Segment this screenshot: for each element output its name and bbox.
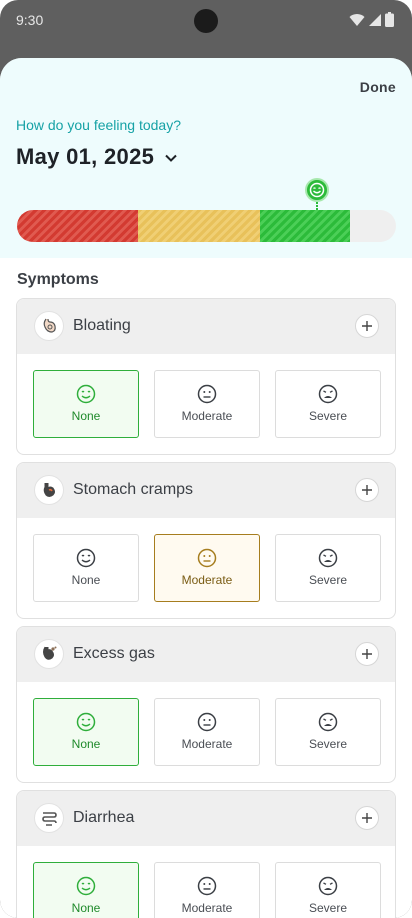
neutral-face-icon (197, 876, 217, 896)
option-label: None (71, 737, 101, 751)
symptom-name: Bloating (73, 317, 131, 334)
symptom-card: Stomach cramps None Moderate Severe (16, 462, 396, 619)
symptom-card-header: Bloating (17, 299, 395, 354)
option-none[interactable]: None (33, 370, 139, 438)
sad-face-icon (318, 548, 338, 568)
add-button[interactable] (355, 806, 379, 830)
mood-question: How do you feeling today? (16, 117, 181, 133)
option-label: Severe (308, 901, 348, 915)
camera-cutout (194, 9, 218, 33)
option-severe[interactable]: Severe (275, 534, 381, 602)
mood-meter[interactable] (17, 210, 396, 242)
happy-face-icon (76, 876, 96, 896)
option-severe[interactable]: Severe (275, 370, 381, 438)
marker-pointer (316, 202, 318, 210)
status-icons (349, 12, 394, 27)
stomach-icon (34, 475, 64, 505)
option-label: Moderate (181, 901, 233, 915)
option-label: None (71, 573, 101, 587)
symptom-card: Excess gas None Moderate Severe (16, 626, 396, 783)
symptom-card: Bloating None Moderate Severe (16, 298, 396, 455)
symptoms-title: Symptoms (17, 271, 99, 288)
symptom-card-header: Stomach cramps (17, 463, 395, 518)
plus-icon (362, 321, 372, 331)
option-moderate[interactable]: Moderate (154, 698, 260, 766)
plus-icon (362, 813, 372, 823)
option-severe[interactable]: Severe (275, 862, 381, 918)
option-label: None (71, 901, 101, 915)
mood-marker[interactable] (305, 178, 329, 202)
wifi-icon (349, 13, 365, 26)
done-button[interactable]: Done (360, 79, 396, 95)
option-moderate[interactable]: Moderate (154, 862, 260, 918)
date-label: May 01, 2025 (16, 144, 155, 169)
option-label: Moderate (181, 409, 233, 423)
gas-icon (34, 639, 64, 669)
neutral-face-icon (197, 384, 217, 404)
meter-segment-bad[interactable] (17, 210, 138, 242)
option-label: None (71, 409, 101, 423)
happy-face-icon (76, 548, 96, 568)
status-time: 9:30 (16, 12, 44, 28)
symptom-name: Excess gas (73, 645, 155, 662)
neutral-face-icon (197, 548, 217, 568)
severity-options: None Moderate Severe (17, 354, 395, 453)
severity-options: None Moderate Severe (17, 846, 395, 918)
intestine-icon (34, 803, 64, 833)
severity-options: None Moderate Severe (17, 682, 395, 781)
add-button[interactable] (355, 642, 379, 666)
symptom-name: Diarrhea (73, 809, 135, 826)
neutral-face-icon (197, 712, 217, 732)
chevron-down-icon (165, 154, 177, 162)
bloating-icon (34, 311, 64, 341)
option-label: Moderate (181, 737, 233, 751)
option-none[interactable]: None (33, 862, 139, 918)
symptom-sheet: Done How do you feeling today? May 01, 2… (0, 58, 412, 918)
signal-icon (369, 13, 381, 26)
happy-face-icon (76, 712, 96, 732)
option-label: Severe (308, 573, 348, 587)
add-button[interactable] (355, 478, 379, 502)
sad-face-icon (318, 876, 338, 896)
symptom-name: Stomach cramps (73, 481, 194, 498)
plus-icon (362, 485, 372, 495)
option-severe[interactable]: Severe (275, 698, 381, 766)
status-bar: 9:30 (0, 0, 412, 44)
symptom-card-header: Diarrhea (17, 791, 395, 846)
sad-face-icon (318, 384, 338, 404)
option-moderate[interactable]: Moderate (154, 370, 260, 438)
severity-options: None Moderate Severe (17, 518, 395, 617)
option-none[interactable]: None (33, 534, 139, 602)
meter-segment-good[interactable] (260, 210, 350, 242)
sad-face-icon (318, 712, 338, 732)
happy-face-icon (76, 384, 96, 404)
option-label: Severe (308, 737, 348, 751)
option-label: Moderate (181, 573, 233, 587)
date-selector[interactable]: May 01, 2025 (16, 144, 178, 170)
symptom-card: Diarrhea None Moderate Severe (16, 790, 396, 918)
option-label: Severe (308, 409, 348, 423)
add-button[interactable] (355, 314, 379, 338)
option-moderate[interactable]: Moderate (154, 534, 260, 602)
battery-icon (385, 12, 394, 27)
symptom-card-header: Excess gas (17, 627, 395, 682)
option-none[interactable]: None (33, 698, 139, 766)
meter-segment-moderate[interactable] (138, 210, 260, 242)
phone-frame: 9:30 Done How do you feeling today? May … (0, 0, 412, 918)
plus-icon (362, 649, 372, 659)
happy-face-icon (309, 182, 325, 198)
mood-header: Done How do you feeling today? May 01, 2… (0, 58, 412, 258)
